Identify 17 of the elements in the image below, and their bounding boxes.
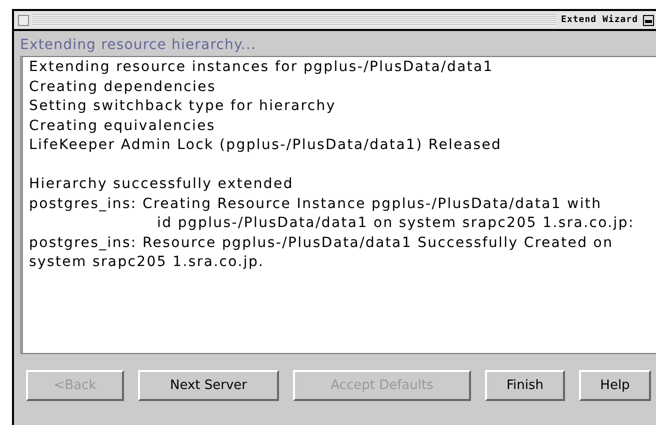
log-line: system srapc205 1.sra.co.jp.: [29, 253, 266, 272]
log-line: Setting switchback type for hierarchy: [29, 97, 337, 116]
wizard-button[interactable]: Help: [579, 370, 651, 401]
log-line: Extending resource instances for pgplus-/PlusData/data1: [29, 58, 494, 77]
log-line: Hierarchy successfully extended: [29, 175, 294, 194]
window-menu-icon[interactable]: [18, 14, 29, 26]
log-line: LifeKeeper Admin Lock (pgplus-/PlusData/data1) Released: [29, 136, 503, 155]
status-text: Extending resource hierarchy...: [20, 36, 258, 55]
minimize-icon[interactable]: [643, 14, 654, 26]
log-line: Creating equivalencies: [29, 116, 216, 136]
log-line: postgres_ins: Creating Resource Instance pgplus-/PlusData/data1 with: [29, 194, 603, 214]
wizard-button[interactable]: Finish: [485, 370, 565, 401]
log-line: Creating dependencies: [29, 78, 217, 96]
wizard-button[interactable]: Next Server: [138, 370, 279, 401]
log-line: id pgplus-/PlusData/data1 on system srapc205 1.sra.co.jp:: [156, 214, 636, 233]
window-title: Extend Wizard: [560, 15, 639, 25]
log-line: postgres_ins: Resource pgplus-/PlusData/data1 Successfully Created on: [29, 234, 614, 252]
